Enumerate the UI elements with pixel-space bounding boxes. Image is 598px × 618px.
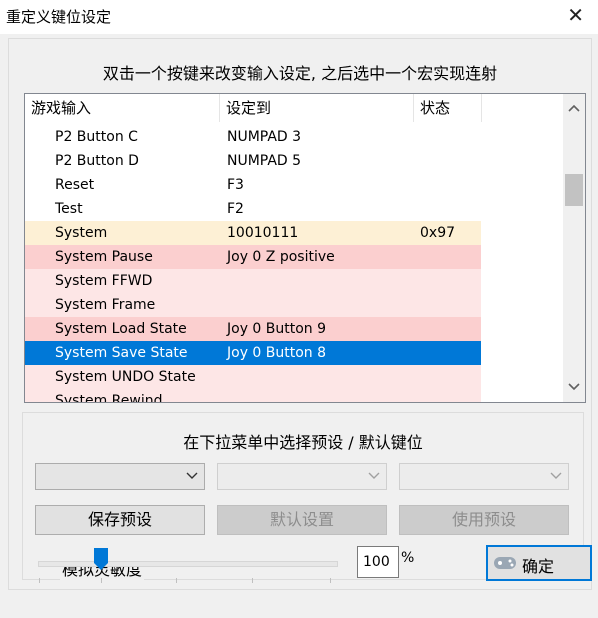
- row-input: System UNDO State: [55, 369, 196, 385]
- column-header-input[interactable]: 游戏输入: [25, 94, 220, 122]
- default-settings-button[interactable]: 默认设置: [217, 505, 387, 535]
- row-input: System Save State: [55, 345, 188, 361]
- sensitivity-slider-thumb[interactable]: [93, 547, 109, 571]
- row-mapping: Joy 0 Button 8: [227, 345, 327, 361]
- use-preset-button[interactable]: 使用预设: [399, 505, 569, 535]
- slider-tick: [101, 578, 102, 583]
- gamepad-icon: [492, 551, 518, 577]
- list-item[interactable]: System Pause Joy 0 Z positive: [25, 245, 481, 269]
- row-input: P2 Button D: [55, 153, 139, 169]
- ok-button[interactable]: 确定: [486, 545, 592, 581]
- sensitivity-slider-track[interactable]: [38, 561, 338, 567]
- row-input: System: [55, 225, 108, 241]
- list-item[interactable]: System FFWD: [25, 269, 481, 293]
- list-item[interactable]: System Frame: [25, 293, 481, 317]
- chevron-down-icon: [186, 466, 198, 490]
- save-preset-button[interactable]: 保存预设: [35, 505, 205, 535]
- row-mapping: Joy 0 Button 9: [227, 321, 327, 337]
- close-icon[interactable]: ✕: [567, 3, 584, 27]
- row-input: System Load State: [55, 321, 187, 337]
- row-input: Reset: [55, 177, 95, 193]
- row-input: System Frame: [55, 297, 156, 313]
- scroll-down-icon[interactable]: [563, 373, 585, 401]
- slider-tick: [176, 578, 177, 583]
- list-item[interactable]: Reset F3: [25, 173, 481, 197]
- sensitivity-value-field[interactable]: 100: [357, 546, 399, 578]
- row-mapping: NUMPAD 3: [227, 129, 302, 145]
- percent-unit: %: [401, 550, 415, 566]
- row-mapping: F2: [227, 201, 244, 217]
- vertical-scrollbar[interactable]: [563, 94, 585, 402]
- scrollbar-thumb[interactable]: [565, 174, 583, 206]
- list-header: 游戏输入 设定到 状态: [25, 94, 562, 122]
- list-item[interactable]: P2 Button D NUMPAD 5: [25, 149, 481, 173]
- chevron-down-icon: [368, 466, 380, 490]
- row-mapping: F3: [227, 177, 244, 193]
- list-item[interactable]: Test F2: [25, 197, 481, 221]
- slider-tick: [39, 578, 40, 583]
- scroll-up-icon[interactable]: [563, 94, 585, 122]
- instruction-text: 双击一个按键来改变输入设定, 之后选中一个宏实现连射: [102, 64, 498, 83]
- input-mapping-list[interactable]: 游戏输入 设定到 状态 P2 Button C NUMPAD 3 P2 Button…: [24, 93, 586, 403]
- row-input: Test: [55, 201, 83, 217]
- title-bar: 重定义键位设定 ✕: [0, 0, 598, 34]
- preset-title: 在下拉菜单中选择预设 / 默认键位: [183, 433, 423, 452]
- window-title: 重定义键位设定: [6, 8, 112, 26]
- row-input: System Rewind: [55, 393, 163, 403]
- row-input: P2 Button C: [55, 129, 138, 145]
- list-item[interactable]: System UNDO State: [25, 365, 481, 389]
- chevron-down-icon: [550, 466, 562, 490]
- row-input: System FFWD: [55, 273, 153, 289]
- slider-tick: [330, 578, 331, 583]
- list-item[interactable]: System 10010111 0x97: [25, 221, 481, 245]
- column-header-mapping[interactable]: 设定到: [220, 94, 414, 122]
- row-mapping: Joy 0 Z positive: [227, 249, 335, 265]
- row-mapping: NUMPAD 5: [227, 153, 302, 169]
- preset-dropdown-3[interactable]: [399, 463, 569, 490]
- ok-button-label: 确定: [522, 557, 555, 576]
- list-item[interactable]: System Rewind: [25, 389, 481, 403]
- row-input: System Pause: [55, 249, 153, 265]
- preset-dropdown-1[interactable]: [35, 463, 205, 490]
- list-item[interactable]: System Save State Joy 0 Button 8: [25, 341, 481, 365]
- column-header-status[interactable]: 状态: [414, 94, 482, 122]
- dialog-body: 双击一个按键来改变输入设定, 之后选中一个宏实现连射 游戏输入 设定到 状态 P…: [0, 34, 598, 618]
- list-item[interactable]: P2 Button C NUMPAD 3: [25, 125, 481, 149]
- row-status: 0x97: [420, 225, 456, 241]
- row-mapping: 10010111: [227, 225, 299, 241]
- preset-dropdown-2[interactable]: [217, 463, 387, 490]
- list-item[interactable]: System Load State Joy 0 Button 9: [25, 317, 481, 341]
- slider-tick: [252, 578, 253, 583]
